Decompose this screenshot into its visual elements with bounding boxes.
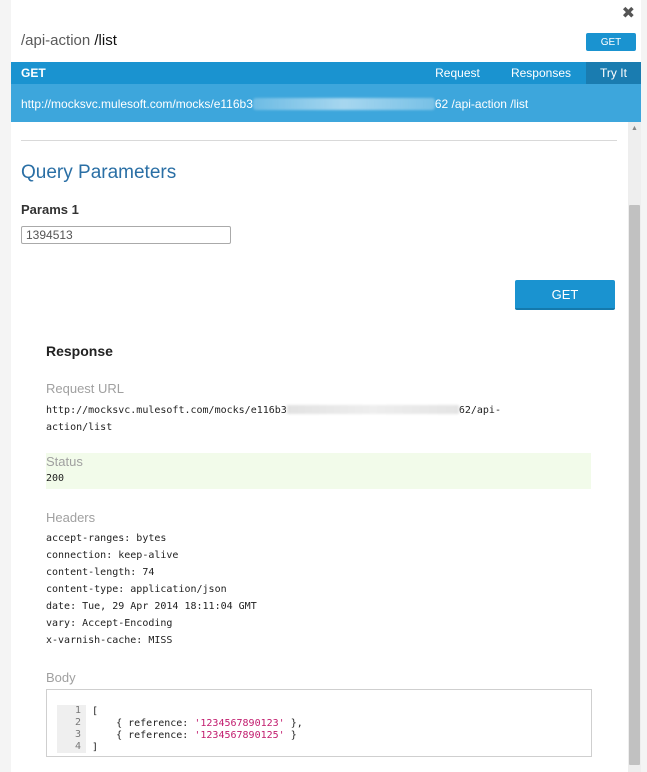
header-line: accept-ranges: bytes: [46, 533, 167, 544]
code-token: { reference:: [92, 729, 195, 741]
code-text: { reference: '1234567890125' }: [86, 730, 297, 741]
divider: [21, 140, 617, 141]
header-line: x-varnish-cache: MISS: [46, 635, 173, 646]
try-it-content: Query Parameters Params 1 GET Response R…: [11, 122, 628, 772]
line-number: 1: [57, 705, 86, 717]
code-token: { reference:: [92, 717, 195, 729]
body-label: Body: [46, 670, 76, 685]
header-line: content-length: 74: [46, 567, 155, 578]
close-icon[interactable]: ✖: [622, 3, 635, 22]
url-bar: http://mocksvc.mulesoft.com/mocks/e116b3…: [11, 84, 641, 122]
code-string: '1234567890123': [194, 717, 285, 729]
status-box: Status 200: [46, 453, 591, 489]
scrollbar-thumb[interactable]: [629, 205, 640, 765]
headers-label: Headers: [46, 510, 96, 525]
tab-responses[interactable]: Responses: [501, 62, 581, 84]
status-label: Status: [46, 454, 83, 469]
line-number: 2: [57, 717, 86, 729]
header-line: date: Tue, 29 Apr 2014 18:11:04 GMT: [46, 601, 257, 612]
status-value: 200: [46, 473, 65, 484]
code-line: 2 { reference: '1234567890123' },: [57, 717, 303, 729]
body-code-box: 1[ 2 { reference: '1234567890123' }, 3 {…: [46, 689, 592, 757]
code-string: '1234567890125': [194, 729, 285, 741]
headers-list: accept-ranges: bytes connection: keep-al…: [46, 530, 257, 649]
code-line: 1[: [57, 705, 303, 717]
response-title: Response: [46, 343, 113, 359]
code-token: [: [92, 705, 99, 717]
request-url-line2: action/list: [46, 422, 113, 433]
resource-segment: /list: [94, 32, 117, 49]
redacted-segment: [252, 98, 435, 110]
request-url-suffix: 62/api-: [458, 405, 501, 416]
method-label: GET: [21, 66, 46, 80]
code-line: 3 { reference: '1234567890125' }: [57, 729, 303, 741]
code-block: 1[ 2 { reference: '1234567890123' }, 3 {…: [57, 705, 303, 753]
header-line: content-type: application/json: [46, 584, 227, 595]
header-line: vary: Accept-Encoding: [46, 618, 173, 629]
code-line: 4]: [57, 741, 303, 753]
params-1-input[interactable]: [21, 226, 231, 244]
code-text: ]: [86, 742, 98, 753]
request-url-prefix: http://mocksvc.mulesoft.com/mocks/e116b3: [46, 405, 287, 416]
resource-path: /api-action: [21, 32, 91, 49]
param-label: Params 1: [21, 202, 79, 217]
endpoint-url-suffix: 62 /api-action /list: [434, 97, 529, 111]
endpoint-url: http://mocksvc.mulesoft.com/mocks/e116b3…: [21, 97, 528, 111]
api-console-panel: ✖ /api-action /list GET GET Request Resp…: [11, 0, 641, 772]
resource-title: /api-action /list: [21, 32, 117, 49]
redacted-segment: [286, 405, 459, 414]
code-token: },: [284, 717, 303, 729]
line-number: 4: [57, 741, 86, 753]
send-get-button[interactable]: GET: [515, 280, 615, 310]
request-url-label: Request URL: [46, 381, 125, 396]
scroll-up-arrow-icon[interactable]: ▲: [628, 124, 641, 134]
code-text: { reference: '1234567890123' },: [86, 718, 303, 729]
code-text: [: [86, 706, 98, 717]
endpoint-url-prefix: http://mocksvc.mulesoft.com/mocks/e116b3: [21, 97, 253, 111]
request-url-value: http://mocksvc.mulesoft.com/mocks/e116b3…: [46, 402, 591, 436]
query-parameters-title: Query Parameters: [21, 162, 177, 183]
code-token: }: [284, 729, 297, 741]
method-bar: GET Request Responses Try It: [11, 62, 641, 84]
line-number: 3: [57, 729, 86, 741]
method-badge-button[interactable]: GET: [586, 33, 636, 51]
header-line: connection: keep-alive: [46, 550, 179, 561]
tab-try-it[interactable]: Try It: [586, 62, 641, 84]
code-token: ]: [92, 741, 99, 753]
tab-request[interactable]: Request: [425, 62, 490, 84]
